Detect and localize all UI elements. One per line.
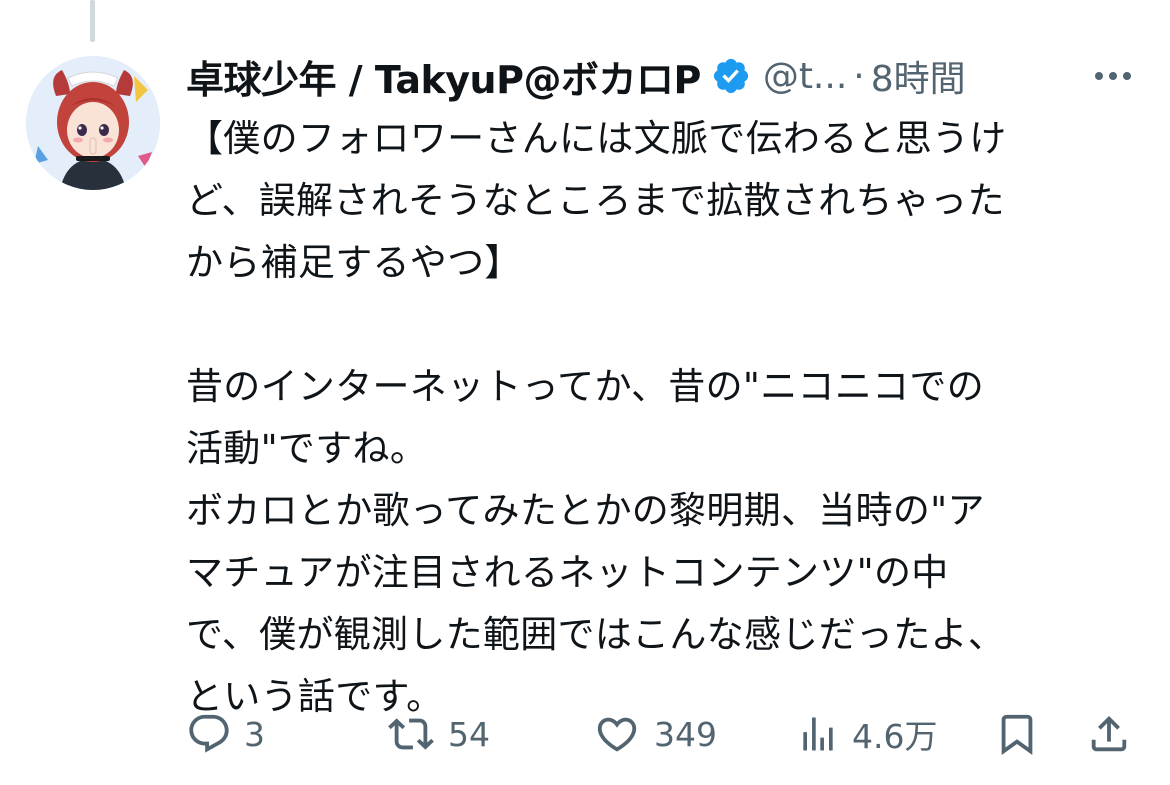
user-handle[interactable]: @t...: [763, 56, 847, 97]
reply-icon: [189, 714, 229, 753]
tweet-text-line: マチュアが注目されるネットコンテンツ"の中: [186, 551, 949, 594]
reply-button[interactable]: 3: [186, 708, 265, 760]
avatar[interactable]: [26, 56, 160, 190]
header-separator: ·: [853, 55, 865, 97]
bookmark-button[interactable]: [994, 708, 1040, 760]
share-button[interactable]: [1086, 708, 1132, 760]
tweet-text-line: 活動"ですね。: [186, 427, 428, 470]
views-icon: [803, 717, 833, 751]
bookmark-icon: [1001, 714, 1033, 755]
display-name[interactable]: 卓球少年 / TakyuP@ボカロP: [186, 49, 701, 104]
more-options-icon[interactable]: [1090, 56, 1136, 96]
avatar-illustration: [26, 56, 160, 190]
verified-badge-icon: [711, 56, 751, 96]
like-count: 349: [654, 714, 717, 754]
views-count: 4.6万: [852, 717, 938, 756]
tweet-text-blank-line: [186, 294, 1146, 356]
tweet-text-line: で、僕が観測した範囲ではこんな感じだったよ、: [186, 613, 1006, 656]
tweet-text-line: ボカロとか歌ってみたとかの黎明期、当時の"ア: [186, 489, 985, 532]
thread-connector-line: [90, 0, 95, 42]
retweet-icon: [388, 718, 434, 750]
timestamp[interactable]: 8時間: [871, 50, 966, 102]
tweet-text-line: 【僕のフォロワーさんには文脈で伝わると思うけ: [186, 117, 1007, 160]
tweet-header: 卓球少年 / TakyuP@ボカロP @t... · 8時間: [186, 50, 1146, 102]
reply-count: 3: [244, 714, 265, 754]
tweet-text-line: ど、誤解されそうなところまで拡散されちゃった: [186, 179, 1005, 222]
tweet-actions-bar: 3 54 349 4.6万: [186, 708, 1146, 760]
like-button[interactable]: 349: [592, 708, 717, 760]
views-button[interactable]: 4.6万: [796, 708, 937, 760]
retweet-button[interactable]: 54: [386, 708, 490, 760]
tweet-text: 【僕のフォロワーさんには文脈で伝わると思うけ ど、誤解されそうなところまで拡散さ…: [186, 108, 1146, 728]
retweet-count: 54: [448, 714, 490, 754]
tweet-text-line: から補足するやつ】: [186, 241, 522, 284]
share-icon: [1091, 715, 1127, 752]
tweet-text-line: 昔のインターネットってか、昔の"ニコニコでの: [186, 365, 985, 408]
tweet: 卓球少年 / TakyuP@ボカロP @t... · 8時間 【僕のフォロワーさ…: [186, 50, 1146, 728]
heart-icon: [597, 717, 637, 752]
